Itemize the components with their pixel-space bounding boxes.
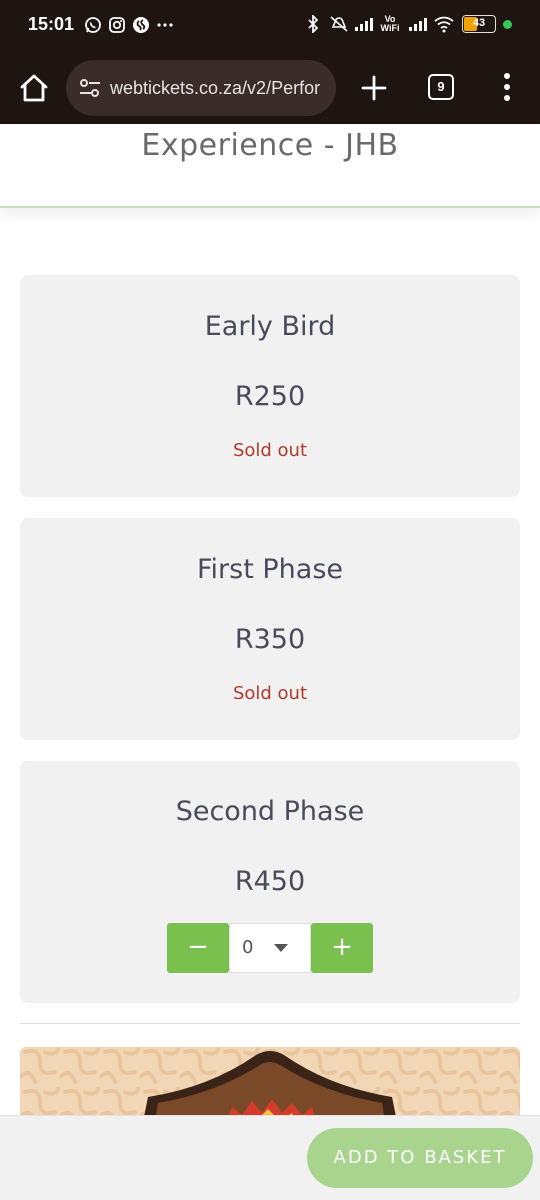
new-tab-button[interactable] — [354, 68, 394, 108]
more-dots-icon — [156, 16, 174, 34]
divider — [20, 1023, 520, 1024]
quantity-value: 0 — [242, 937, 254, 958]
sold-out-label: Sold out — [232, 683, 308, 704]
ticket-name: First Phase — [196, 554, 344, 585]
mute-icon — [329, 15, 348, 33]
increase-quantity-button[interactable]: + — [311, 923, 373, 973]
browser-menu-button[interactable] — [494, 70, 520, 106]
sold-out-label: Sold out — [232, 440, 308, 461]
ticket-name: Second Phase — [175, 796, 365, 827]
add-to-basket-button[interactable]: ADD TO BASKET — [307, 1128, 533, 1188]
site-settings-icon[interactable] — [78, 76, 102, 100]
caret-down-icon — [274, 944, 288, 952]
bluetooth-icon — [304, 13, 322, 35]
quantity-stepper: − 0 + — [167, 923, 373, 973]
battery-level: 43 — [472, 17, 486, 29]
home-button[interactable] — [14, 68, 54, 108]
bottom-action-bar: ADD TO BASKET — [0, 1115, 540, 1200]
screen: 15:01 Vo WiFi 43 webtickets.co.za/v2/Per… — [0, 0, 540, 1200]
privacy-indicator-dot — [503, 19, 512, 29]
page-header: Experience - JHB — [0, 124, 540, 208]
ticket-card-first-phase: First Phase R350 Sold out — [20, 518, 520, 740]
whatsapp-icon — [84, 16, 102, 34]
shazam-icon — [132, 16, 150, 34]
more-vert-icon — [504, 73, 510, 101]
wifi-icon — [433, 15, 455, 33]
tab-switcher-button[interactable]: 9 — [428, 74, 454, 100]
system-icons: Vo WiFi 43 — [304, 13, 512, 35]
ticket-name: Early Bird — [204, 311, 336, 342]
status-time: 15:01 — [28, 14, 75, 34]
ticket-price: R250 — [234, 381, 306, 412]
instagram-icon — [108, 16, 126, 34]
ticket-card-early-bird: Early Bird R250 Sold out — [20, 275, 520, 497]
quantity-select[interactable]: 0 — [229, 923, 311, 973]
signal-icon — [354, 15, 373, 33]
plus-icon — [361, 75, 387, 101]
decrease-quantity-button[interactable]: − — [167, 923, 229, 973]
notification-icons — [84, 16, 174, 34]
home-icon — [20, 74, 48, 102]
browser-toolbar: webtickets.co.za/v2/Perfor 9 — [0, 52, 540, 124]
ticket-card-second-phase: Second Phase R450 − 0 + — [20, 761, 520, 1003]
ticket-price: R450 — [234, 866, 306, 897]
battery-icon: 43 — [462, 15, 496, 33]
page-title: Experience - JHB — [141, 128, 399, 163]
url-bar[interactable]: webtickets.co.za/v2/Perfor — [66, 60, 336, 116]
signal-icon — [408, 15, 427, 33]
vowifi-icon: Vo WiFi — [380, 14, 400, 33]
url-text: webtickets.co.za/v2/Perfor — [110, 77, 321, 98]
status-bar: 15:01 Vo WiFi 43 — [0, 0, 540, 52]
ticket-price: R350 — [234, 624, 306, 655]
